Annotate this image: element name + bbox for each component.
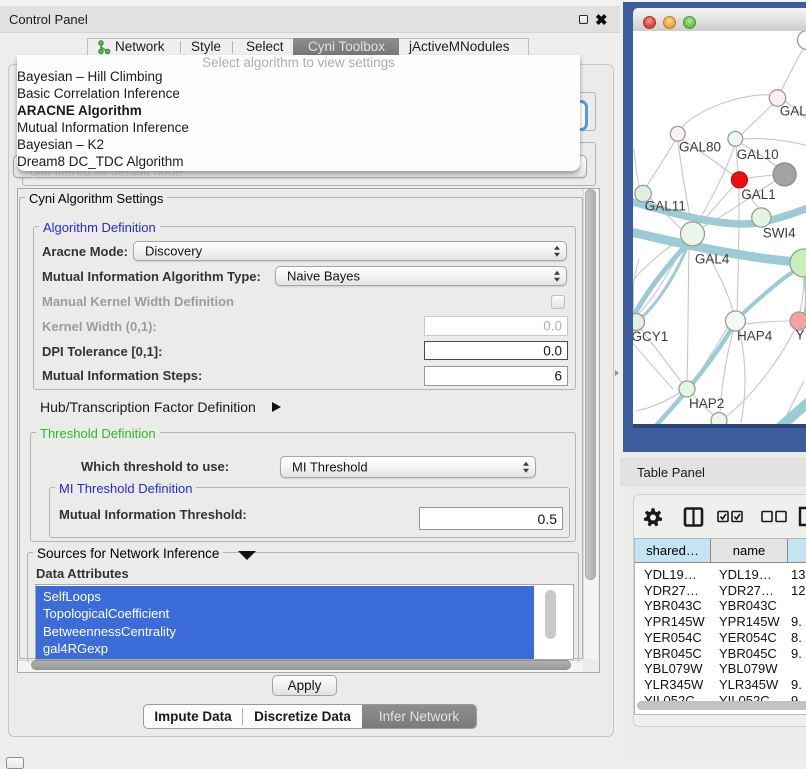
svg-text:GAL11: GAL11 (645, 199, 686, 214)
svg-text:SWI4: SWI4 (763, 225, 796, 240)
svg-text:GCY1: GCY1 (633, 329, 668, 344)
svg-text:GAL1: GAL1 (741, 187, 776, 202)
svg-text:GAL4: GAL4 (695, 251, 730, 266)
svg-text:GAL10: GAL10 (737, 147, 779, 162)
svg-text:Y: Y (796, 328, 805, 343)
svg-text:HAP4: HAP4 (737, 329, 773, 344)
svg-text:HAP2: HAP2 (689, 396, 724, 411)
svg-text:GAL80: GAL80 (679, 140, 721, 155)
svg-text:GAL: GAL (780, 103, 806, 118)
